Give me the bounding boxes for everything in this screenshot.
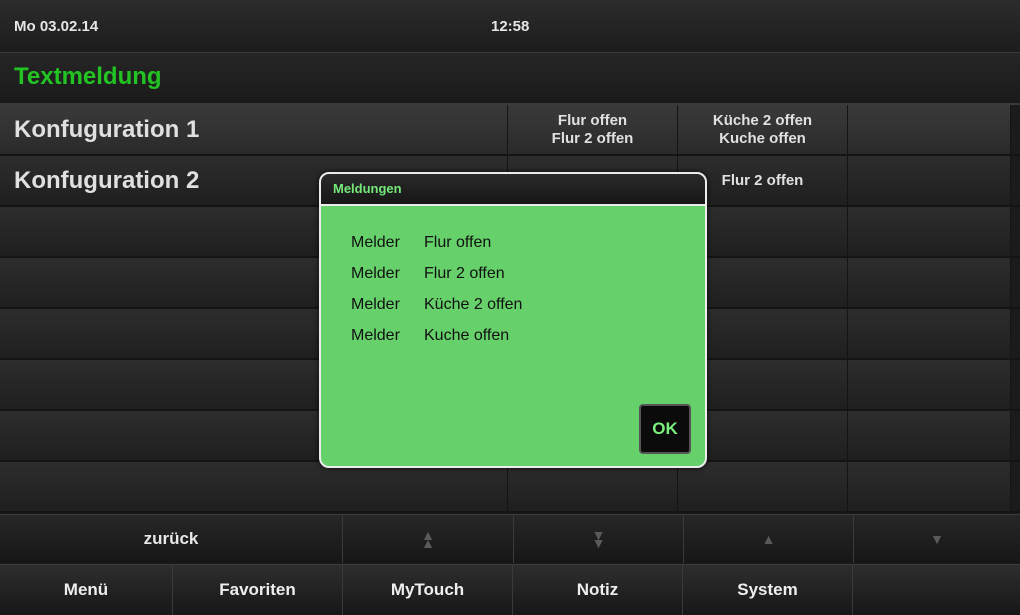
- config-cell-col2[interactable]: Küche 2 offen Kuche offen: [678, 105, 848, 154]
- empty-cell: [848, 462, 1011, 511]
- message-sender: Melder: [351, 234, 400, 251]
- message-text: Kuche offen: [424, 327, 510, 344]
- messages-dialog: Meldungen Melder Flur offen Melder Flur 2 …: [319, 172, 707, 468]
- cell-text: Flur offen: [557, 111, 628, 129]
- dialog-header: Meldungen: [321, 174, 705, 206]
- empty-row: [0, 462, 1020, 513]
- double-chevron-down-icon: ▼ ▼: [591, 527, 606, 551]
- system-button[interactable]: System: [683, 564, 853, 615]
- config-cell-col1[interactable]: Flur offen Flur 2 offen: [508, 105, 678, 154]
- message-item: Melder Flur 2 offen: [351, 265, 522, 296]
- message-item: Melder Flur offen: [351, 234, 522, 265]
- config-cell-col3[interactable]: [848, 156, 1011, 205]
- empty-menu-slot: [853, 564, 1020, 615]
- config-label-cell[interactable]: Konfuguration 1: [0, 105, 508, 154]
- main-menu-bar: Menü Favoriten MyTouch Notiz System: [0, 564, 1020, 615]
- empty-cell: [508, 462, 678, 511]
- message-text: Küche 2 offen: [424, 296, 523, 313]
- empty-cell: [848, 207, 1011, 256]
- message-sender: Melder: [351, 265, 400, 282]
- message-item: Melder Küche 2 offen: [351, 296, 522, 327]
- note-button[interactable]: Notiz: [513, 564, 683, 615]
- empty-cell: [0, 462, 508, 511]
- message-list: Melder Flur offen Melder Flur 2 offen Meld…: [351, 234, 522, 358]
- config-row[interactable]: Konfuguration 1 Flur offen Flur 2 offen …: [0, 105, 1020, 156]
- page-up-button[interactable]: ▲ ▲: [343, 514, 514, 563]
- cell-text: Flur 2 offen: [551, 129, 634, 147]
- scroll-down-button[interactable]: ▼: [854, 514, 1020, 563]
- date-display: Mo 03.02.14: [14, 18, 99, 35]
- scroll-up-button[interactable]: ▲: [684, 514, 854, 563]
- clock-display: 12:58: [491, 18, 530, 35]
- cell-text: Flur 2 offen: [721, 171, 804, 189]
- cell-text: Kuche offen: [719, 129, 806, 147]
- dialog-title: Meldungen: [333, 181, 402, 196]
- message-text: Flur offen: [424, 234, 492, 251]
- status-bar: Mo 03.02.14 12:58: [0, 0, 1020, 53]
- empty-cell: [678, 462, 848, 511]
- empty-cell: [848, 258, 1011, 307]
- empty-cell: [848, 411, 1011, 460]
- empty-cell: [848, 309, 1011, 358]
- config-label: Konfuguration 1: [14, 116, 200, 143]
- title-bar: Textmeldung: [0, 53, 1020, 105]
- page-title: Textmeldung: [14, 63, 162, 90]
- message-text: Flur 2 offen: [424, 265, 505, 282]
- config-label: Konfuguration 2: [14, 167, 200, 194]
- config-cell-col3[interactable]: [848, 105, 1011, 154]
- menu-button[interactable]: Menü: [0, 564, 173, 615]
- empty-cell: [848, 360, 1011, 409]
- ok-button[interactable]: OK: [639, 404, 691, 454]
- chevron-down-icon: ▼: [930, 531, 944, 547]
- message-item: Melder Kuche offen: [351, 327, 522, 358]
- page-down-button[interactable]: ▼ ▼: [514, 514, 684, 563]
- double-chevron-up-icon: ▲ ▲: [421, 527, 435, 551]
- cell-text: Küche 2 offen: [712, 111, 813, 129]
- message-sender: Melder: [351, 296, 400, 313]
- favorites-button[interactable]: Favoriten: [173, 564, 343, 615]
- back-button[interactable]: zurück: [0, 514, 343, 563]
- mytouch-button[interactable]: MyTouch: [343, 564, 513, 615]
- chevron-up-icon: ▲: [761, 531, 776, 547]
- navigation-bar: zurück ▲ ▲ ▼ ▼ ▲ ▼: [0, 514, 1020, 564]
- message-sender: Melder: [351, 327, 400, 344]
